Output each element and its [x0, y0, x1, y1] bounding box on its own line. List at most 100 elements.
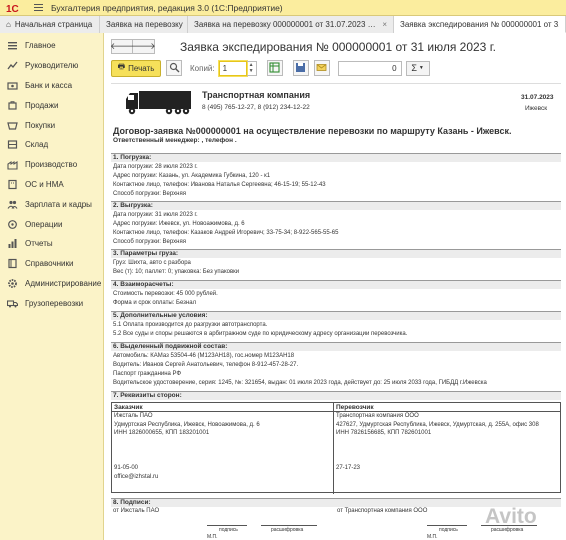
customer-column: Заказчик Ижсталь ПАО Удмуртская Республи… — [112, 403, 334, 494]
carrier-header: Перевозчик — [334, 403, 560, 412]
stamp-label: М.П. — [207, 534, 218, 540]
back-button[interactable]: 🡐 — [110, 39, 134, 54]
section-line: 5.2 Все суды и споры решаются в арбитраж… — [113, 331, 408, 337]
sidebar-item-assets[interactable]: ОС и НМА — [0, 175, 103, 195]
contract-title: Договор-заявка №000000001 на осуществлен… — [113, 126, 512, 136]
sidebar-item-reports[interactable]: Отчеты — [0, 234, 103, 254]
1c-logo-icon: 1С — [5, 2, 27, 14]
copies-input[interactable]: 1 — [218, 60, 247, 76]
sigma-icon: Σ — [411, 63, 417, 73]
stamp-label: М.П. — [427, 534, 438, 540]
email-button[interactable] — [313, 60, 330, 76]
sidebar-item-salary[interactable]: Зарплата и кадры — [0, 194, 103, 214]
main-area: 🡐 🡒 Заявка экспедирования № 000000001 от… — [105, 33, 566, 540]
section-payment-header: 4. Взаиморасчеты: — [111, 280, 561, 289]
sidebar-item-catalogs[interactable]: Справочники — [0, 254, 103, 274]
company-name: Транспортная компания — [202, 90, 311, 100]
chevron-down-icon: ▼ — [418, 65, 424, 71]
preview-button[interactable] — [166, 60, 182, 76]
chevron-down-icon[interactable]: ▼ — [249, 68, 254, 74]
tab-label: Начальная страница — [14, 20, 93, 29]
customer-header: Заказчик — [112, 403, 333, 412]
save-button[interactable] — [292, 60, 309, 76]
sidebar-item-main[interactable]: Главное — [0, 36, 103, 56]
section-cargo-header: 3. Параметры груза: — [111, 249, 561, 258]
carrier-name: Транспортная компания ООО — [336, 413, 419, 419]
building-icon — [6, 178, 18, 190]
sidebar-item-warehouse[interactable]: Склад — [0, 135, 103, 155]
tab-label: Заявка экспедирования № 000000001 от 31 … — [400, 19, 559, 29]
sidebar-item-purchases[interactable]: Покупки — [0, 115, 103, 135]
sidebar-item-label: Операции — [25, 219, 63, 229]
sidebar-item-freight[interactable]: Грузоперевозки — [0, 293, 103, 313]
sidebar-item-admin[interactable]: Администрирование — [0, 274, 103, 294]
copies-stepper[interactable]: ▲ ▼ — [246, 60, 257, 76]
close-icon[interactable]: × — [382, 20, 387, 29]
section-line: Вес (т): 10; паллет: 0; упаковка: Без уп… — [113, 269, 240, 275]
signature-carrier: от Транспортная компания ООО — [337, 508, 428, 514]
section-loading-header: 1. Погрузка: — [111, 153, 561, 162]
tab-transport-request-list[interactable]: Заявка на перевозку × — [100, 16, 188, 33]
section-line: Адрес погрузки: Ижевск, ул. Новоажимова,… — [113, 221, 245, 227]
sidebar: Главное Руководителю Банк и касса Продаж… — [0, 33, 104, 540]
company-phones: 8 (495) 765-12-27, 8 (912) 234-12-22 — [202, 104, 310, 111]
arrow-right-icon: 🡒 — [131, 41, 156, 51]
section-line: Автомобиль: КАМаз 53504-46 (М123АН18), г… — [113, 353, 295, 359]
sum-mode-button[interactable]: Σ ▼ — [405, 60, 430, 76]
tab-transport-request[interactable]: Заявка на перевозку 000000001 от 31.07.2… — [188, 16, 394, 33]
section-line: Способ погрузки: Верхняя — [113, 239, 186, 245]
sidebar-item-label: Покупки — [25, 120, 56, 130]
factory-icon — [6, 159, 18, 171]
cart-icon — [6, 99, 18, 111]
sidebar-item-label: Руководителю — [25, 61, 79, 71]
tab-expedition-request[interactable]: Заявка экспедирования № 000000001 от 31 … — [394, 16, 566, 33]
customer-address: Удмуртская Республика, Ижевск, Новоажимо… — [114, 421, 260, 428]
signature-line — [207, 525, 247, 526]
edit-button[interactable] — [266, 60, 283, 76]
forward-button[interactable]: 🡒 — [131, 39, 156, 54]
section-line: Форма и срок оплаты: Безнал — [113, 300, 197, 306]
document-date: 31.07.2023 — [521, 94, 554, 101]
svg-text:1С: 1С — [6, 4, 19, 13]
sidebar-item-label: Главное — [25, 41, 56, 51]
section-line: Контактное лицо, телефон: Казаков Андрей… — [113, 230, 339, 236]
book-icon — [6, 258, 18, 270]
main-menu-icon[interactable] — [31, 2, 45, 14]
carrier-phone: 27-17-23 — [336, 465, 361, 471]
sidebar-item-label: Зарплата и кадры — [25, 199, 92, 209]
section-line: Паспорт гражданина РФ — [113, 371, 182, 377]
customer-phone: 91-05-00 — [114, 465, 139, 471]
customer-inn: ИНН 1826000655, КПП 183201001 — [114, 430, 210, 436]
gear-icon — [6, 277, 18, 289]
sidebar-item-operations[interactable]: Операции — [0, 214, 103, 234]
section-line: 5.1 Оплата производится до разгрузки авт… — [113, 322, 268, 328]
document-city: Ижевск — [525, 105, 548, 112]
sidebar-item-manager[interactable]: Руководителю — [0, 56, 103, 76]
report-icon — [6, 238, 18, 250]
signature-line — [427, 525, 467, 526]
sidebar-item-label: Склад — [25, 140, 49, 150]
decode-label: расшифровка — [271, 527, 304, 533]
avito-watermark: Avito — [485, 505, 537, 528]
sidebar-item-label: Грузоперевозки — [25, 298, 84, 308]
manager-line: Ответственный менеджер: , телефон . — [113, 137, 237, 144]
sidebar-item-production[interactable]: Производство — [0, 155, 103, 175]
bank-icon — [6, 79, 18, 91]
sidebar-item-sales[interactable]: Продажи — [0, 95, 103, 115]
basket-icon — [6, 119, 18, 131]
sidebar-item-bank[interactable]: Банк и касса — [0, 76, 103, 96]
sum-field[interactable]: 0 — [337, 60, 402, 76]
sidebar-item-label: Справочники — [25, 259, 74, 269]
tab-home[interactable]: ⌂ Начальная страница — [0, 16, 100, 33]
print-button[interactable]: 🖶 Печать — [111, 59, 161, 77]
floppy-icon — [295, 62, 306, 75]
sidebar-item-label: Производство — [25, 160, 78, 170]
title-bar: 1С Бухгалтерия предприятия, редакция 3.0… — [0, 0, 566, 16]
section-vehicle-header: 6. Выделенный подвижной состав: — [111, 342, 561, 351]
section-line: Способ погрузки: Верхняя — [113, 191, 186, 197]
tab-bar: ⌂ Начальная страница Заявка на перевозку… — [0, 16, 566, 33]
toolbar: 🖶 Печать Копий: 1 ▲ ▼ 0 Σ ▼ — [111, 59, 561, 77]
sidebar-item-label: ОС и НМА — [25, 179, 64, 189]
nav-buttons: 🡐 🡒 — [110, 39, 156, 54]
operations-icon — [6, 218, 18, 230]
